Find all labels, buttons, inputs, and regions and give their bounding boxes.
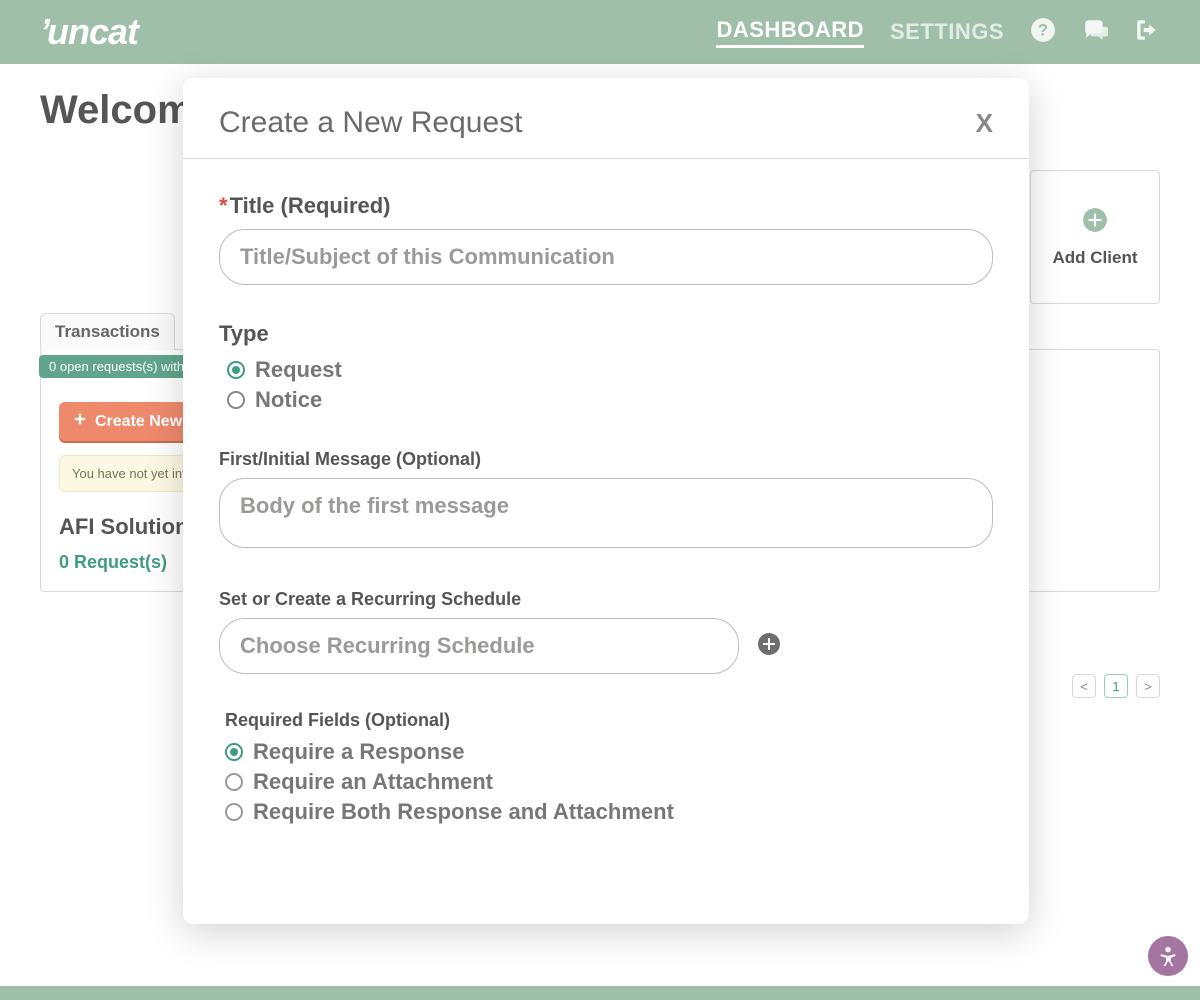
rf-option-label: Require an Attachment (253, 769, 493, 795)
nav-dashboard[interactable]: DASHBOARD (716, 17, 864, 48)
rf-option-attachment[interactable]: Require an Attachment (225, 769, 993, 795)
chat-icon[interactable] (1082, 17, 1108, 48)
accessibility-button[interactable] (1148, 936, 1188, 976)
schedule-select[interactable]: Choose Recurring Schedule (219, 618, 739, 674)
required-fields-group: Require a Response Require an Attachment… (219, 739, 993, 825)
modal-title: Create a New Request (219, 106, 523, 140)
modal-body: *Title (Required) Type Request Notice Fi… (183, 159, 1029, 924)
required-fields-label: Required Fields (Optional) (219, 710, 993, 731)
radio-icon (225, 803, 243, 821)
pager-next[interactable]: > (1136, 674, 1160, 698)
add-schedule-button[interactable] (757, 632, 781, 661)
radio-icon (227, 361, 245, 379)
pager-current[interactable]: 1 (1104, 674, 1128, 698)
brand-logo: uncat (40, 11, 138, 53)
open-requests-badge: 0 open requests(s) with t (39, 355, 201, 378)
footer-strip (0, 986, 1200, 1000)
plus-icon (73, 412, 87, 431)
top-bar: uncat DASHBOARD SETTINGS ? (0, 0, 1200, 64)
help-icon[interactable]: ? (1030, 17, 1056, 48)
schedule-label: Set or Create a Recurring Schedule (219, 589, 993, 610)
pager-prev[interactable]: < (1072, 674, 1096, 698)
nav-settings[interactable]: SETTINGS (890, 19, 1004, 45)
add-client-card[interactable]: Add Client (1030, 170, 1160, 304)
radio-icon (227, 391, 245, 409)
radio-icon (225, 743, 243, 761)
type-radio-group: Request Notice (219, 357, 993, 413)
top-nav: DASHBOARD SETTINGS ? (716, 17, 1160, 48)
first-message-label: First/Initial Message (Optional) (219, 449, 993, 470)
schedule-placeholder: Choose Recurring Schedule (240, 633, 535, 659)
tab-transactions[interactable]: Transactions (40, 313, 175, 350)
rf-option-label: Require Both Response and Attachment (253, 799, 674, 825)
radio-icon (225, 773, 243, 791)
type-option-notice[interactable]: Notice (227, 387, 993, 413)
rf-option-both[interactable]: Require Both Response and Attachment (225, 799, 993, 825)
logout-icon[interactable] (1134, 17, 1160, 48)
create-request-modal: Create a New Request X *Title (Required)… (183, 78, 1029, 924)
first-message-input[interactable] (219, 478, 993, 548)
modal-header: Create a New Request X (183, 78, 1029, 159)
type-option-request[interactable]: Request (227, 357, 993, 383)
svg-text:?: ? (1038, 21, 1048, 39)
type-option-label: Notice (255, 387, 322, 413)
pagination: < 1 > (1072, 674, 1160, 698)
rf-option-label: Require a Response (253, 739, 465, 765)
add-client-label: Add Client (1053, 248, 1138, 268)
title-field-label: *Title (Required) (219, 193, 993, 219)
type-label: Type (219, 321, 993, 347)
plus-circle-icon (1082, 207, 1108, 238)
rf-option-response[interactable]: Require a Response (225, 739, 993, 765)
title-input[interactable] (219, 229, 993, 285)
type-option-label: Request (255, 357, 342, 383)
modal-close-button[interactable]: X (976, 108, 993, 139)
